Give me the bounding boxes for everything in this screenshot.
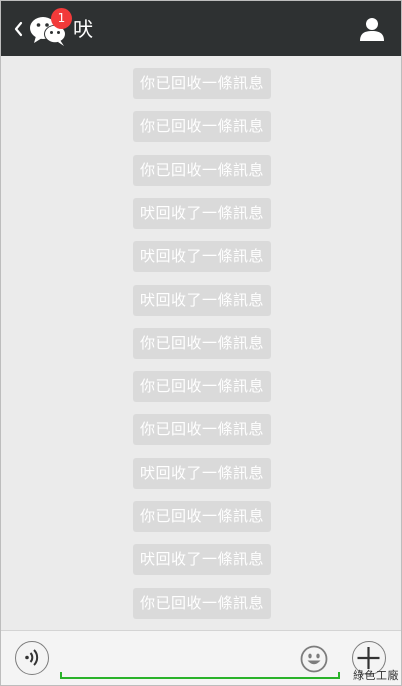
recall-notice: 你已回收一條訊息 xyxy=(133,587,271,619)
recall-notice: 你已回收一條訊息 xyxy=(133,414,271,446)
recall-notice: 吠回收了一條訊息 xyxy=(133,241,271,273)
recall-notice: 你已回收一條訊息 xyxy=(133,111,271,143)
chat-title: 吠 xyxy=(73,17,93,41)
watermark: 綠色工廠 xyxy=(353,669,399,682)
voice-button[interactable] xyxy=(15,641,49,675)
chat-screen: 1 吠 你已回收一條訊息 你已回收一條訊息 你已回收一條訊息 吠回收了一條訊息 吠回收了… xyxy=(0,0,402,686)
recall-notice: 吠回收了一條訊息 xyxy=(133,197,271,229)
chat-header: 1 吠 xyxy=(1,1,401,56)
unread-badge: 1 xyxy=(51,8,72,29)
recall-notice: 你已回收一條訊息 xyxy=(133,68,271,99)
recall-notice: 吠回收了一條訊息 xyxy=(133,284,271,316)
recall-notice: 吠回收了一條訊息 xyxy=(133,544,271,576)
input-bar: 綠色工廠 xyxy=(1,630,401,685)
voice-icon xyxy=(25,649,39,666)
recall-notice: 你已回收一條訊息 xyxy=(133,327,271,359)
recall-notice: 你已回收一條訊息 xyxy=(133,154,271,186)
recall-notice: 你已回收一條訊息 xyxy=(133,501,271,532)
recall-notice: 你已回收一條訊息 xyxy=(133,371,271,403)
message-input[interactable] xyxy=(60,643,338,677)
message-list: 你已回收一條訊息 你已回收一條訊息 你已回收一條訊息 吠回收了一條訊息 吠回收了一條訊息… xyxy=(1,56,401,630)
input-underline xyxy=(60,672,340,679)
recall-notice: 吠回收了一條訊息 xyxy=(133,457,271,489)
back-chevron-icon[interactable] xyxy=(11,18,27,40)
contact-person-icon[interactable] xyxy=(359,16,385,42)
smiley-icon[interactable] xyxy=(300,645,328,673)
